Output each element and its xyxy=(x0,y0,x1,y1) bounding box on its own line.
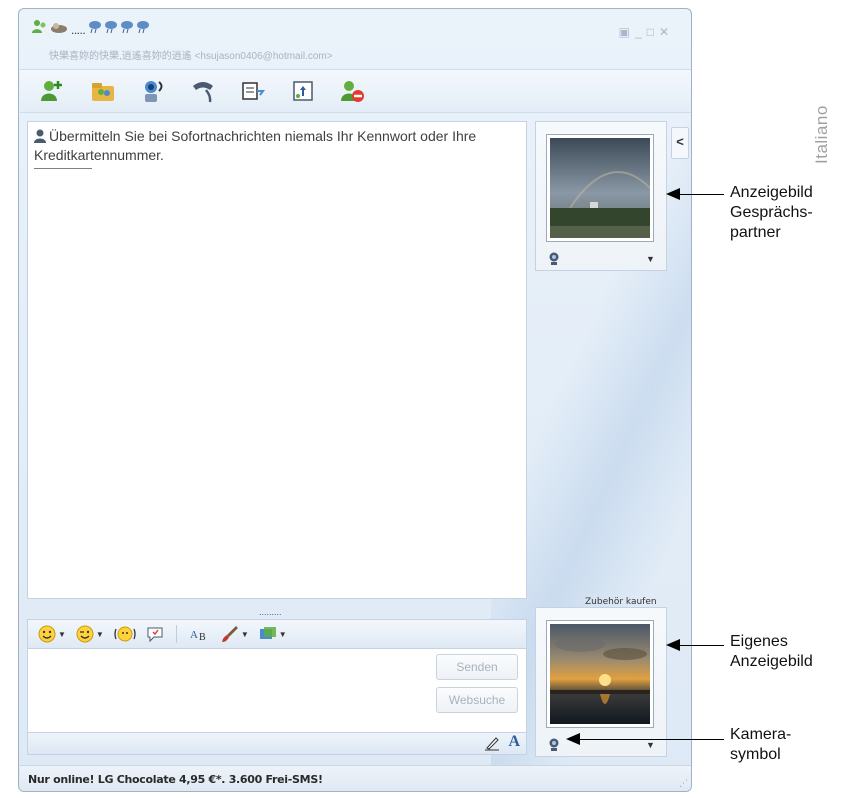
format-bar: A xyxy=(27,733,527,755)
contact-status-icon xyxy=(31,19,47,40)
phone-icon xyxy=(193,82,213,103)
chevron-down-icon: ▼ xyxy=(58,629,66,639)
video-call-button[interactable] xyxy=(128,73,178,109)
nudge-button[interactable] xyxy=(112,622,138,646)
smiley-icon xyxy=(38,625,56,643)
window-controls: ▣ _ □ ✕ xyxy=(619,25,669,39)
partner-display-picture[interactable] xyxy=(546,134,654,242)
voice-clip-button[interactable] xyxy=(144,622,166,646)
message-separator xyxy=(34,168,92,169)
background-button[interactable]: ▼ xyxy=(219,622,251,646)
callout-line xyxy=(680,645,724,646)
invite-contact-button[interactable] xyxy=(28,73,78,109)
collapse-sidebar-button[interactable]: < xyxy=(671,127,689,159)
resize-grip-icon[interactable]: ⋰ xyxy=(679,778,688,789)
rain-cloud-icons xyxy=(88,20,154,39)
main-toolbar xyxy=(20,69,691,113)
input-toolbar: ▼ ▼ AB ▼ ▼ xyxy=(27,619,527,649)
maximize-button[interactable]: □ xyxy=(647,25,654,39)
callout-line-text: symbol xyxy=(730,746,781,763)
webcam-icon[interactable] xyxy=(548,252,560,271)
chevron-down-icon: ▼ xyxy=(240,629,249,639)
font-button[interactable]: A xyxy=(508,733,520,751)
emoticon-button[interactable]: ▼ xyxy=(36,622,68,646)
restore-layout-button[interactable]: ▣ xyxy=(619,25,630,39)
ink-button[interactable]: AB xyxy=(187,622,213,646)
callout-arrowhead xyxy=(666,639,680,651)
partner-options-dropdown[interactable]: ▼ xyxy=(646,254,655,264)
message-input[interactable]: Senden Websuche xyxy=(27,649,527,733)
games-button[interactable] xyxy=(278,73,328,109)
conversation-history[interactable]: Übermitteln Sie bei Sofortnachrichten ni… xyxy=(27,121,527,599)
block-contact-button[interactable] xyxy=(328,73,378,109)
send-file-button[interactable]: ▼ xyxy=(257,622,289,646)
ad-link[interactable]: Nur online! LG Chocolate 4,95 €*. 3.600 … xyxy=(28,773,323,786)
close-button[interactable]: ✕ xyxy=(659,25,669,39)
status-bar: Nur online! LG Chocolate 4,95 €*. 3.600 … xyxy=(20,765,691,791)
nudge-icon xyxy=(114,626,136,642)
paintbrush-icon xyxy=(221,626,238,642)
minimize-button[interactable]: _ xyxy=(635,25,642,39)
callout-line xyxy=(680,194,724,195)
chevron-down-icon: ▼ xyxy=(278,629,287,639)
callout-line-text: Eigenes xyxy=(730,633,788,650)
contact-personal-message: 快樂喜妳的快樂,逍遙喜妳的逍遙 <hsujason0406@hotmail.co… xyxy=(49,51,333,62)
own-picture-panel: ▼ xyxy=(535,607,667,757)
contact-name: ..... xyxy=(71,22,86,37)
sunset-photo xyxy=(550,624,650,724)
callout-line-text: partner xyxy=(730,224,781,241)
chat-window: ..... 快樂喜妳的快樂,逍遙喜妳的逍遙 <hsujason0406@hotm… xyxy=(18,8,692,792)
contact-emoticon-icon xyxy=(50,21,68,39)
handwriting-icon: AB xyxy=(190,629,206,643)
callout-line xyxy=(580,739,724,740)
callout-line-text: Gesprächs- xyxy=(730,204,813,221)
send-picture-icon xyxy=(259,627,276,639)
wink-button[interactable]: ▼ xyxy=(74,622,106,646)
callout-arrowhead xyxy=(566,733,580,745)
callout-partner-picture: Anzeigebild Gesprächs- partner xyxy=(730,183,813,243)
callout-camera-symbol: Kamera- symbol xyxy=(730,725,791,765)
splitter-handle[interactable]: ......... xyxy=(259,607,282,617)
own-display-picture[interactable] xyxy=(546,620,654,728)
webcam-call-icon xyxy=(145,81,163,102)
activities-icon xyxy=(242,82,265,100)
web-search-button[interactable]: Websuche xyxy=(436,687,518,713)
camera-symbol-icon[interactable] xyxy=(548,738,560,757)
partner-picture-panel: ▼ xyxy=(535,121,667,271)
callout-arrowhead xyxy=(666,188,680,200)
title-area: ..... 快樂喜妳的快樂,逍遙喜妳的逍遙 <hsujason0406@hotm… xyxy=(27,15,677,71)
games-icon xyxy=(293,81,313,101)
callout-own-picture: Eigenes Anzeigebild xyxy=(730,632,813,672)
own-options-dropdown[interactable]: ▼ xyxy=(646,740,655,750)
accessories-link[interactable]: Zubehör kaufen xyxy=(585,597,657,607)
send-button[interactable]: Senden xyxy=(436,654,518,680)
side-language-label: Italiano xyxy=(812,105,831,164)
toolbar-divider xyxy=(175,625,177,643)
security-warning-text: Übermitteln Sie bei Sofortnachrichten ni… xyxy=(34,128,477,163)
wink-icon xyxy=(76,625,94,643)
block-icon xyxy=(341,81,364,102)
chevron-down-icon: ▼ xyxy=(95,629,104,639)
speech-bubble-icon xyxy=(147,627,163,643)
person-warning-icon xyxy=(34,129,47,147)
activities-button[interactable] xyxy=(228,73,278,109)
callout-line-text: Kamera- xyxy=(730,726,792,743)
handwriting-mode-icon[interactable] xyxy=(484,735,500,756)
contact-row: ..... xyxy=(31,19,154,40)
svg-text:B: B xyxy=(199,632,206,643)
add-contact-icon xyxy=(41,81,62,101)
callout-line-text: Anzeigebild xyxy=(730,184,813,201)
callout-line-text: Anzeigebild xyxy=(730,653,813,670)
svg-text:A: A xyxy=(190,629,198,641)
shared-folder-icon xyxy=(92,83,114,101)
share-folder-button[interactable] xyxy=(78,73,128,109)
partner-photo xyxy=(550,138,650,238)
security-warning: Übermitteln Sie bei Sofortnachrichten ni… xyxy=(28,122,526,164)
voice-call-button[interactable] xyxy=(178,73,228,109)
